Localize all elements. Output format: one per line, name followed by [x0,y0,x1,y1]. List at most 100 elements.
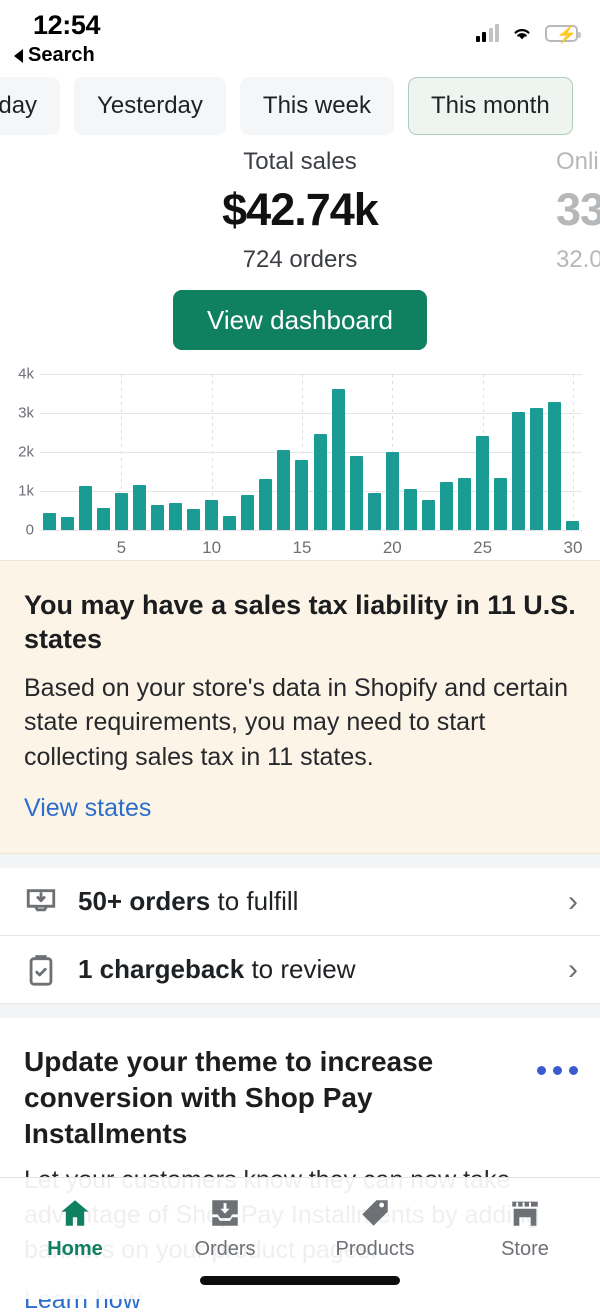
view-dashboard-button[interactable]: View dashboard [173,290,427,350]
cellular-signal-icon [475,24,499,42]
tab-store[interactable]: Store [450,1192,600,1261]
sales-bar-chart: 0 1k 2k 3k 4k 5 10 15 20 25 30 [0,366,600,560]
chart-x-tick-label: 30 [563,538,583,557]
tab-label: Home [47,1238,103,1260]
chart-bar [60,517,74,530]
chart-y-tick-label: 4k [18,365,34,383]
chart-bar [385,451,399,530]
chart-bar [349,455,363,530]
chart-bar [78,486,92,530]
chart-bar [223,515,237,530]
chart-bar [114,493,128,530]
chart-bar [259,478,273,530]
chart-bar [440,482,453,530]
chart-bar [331,388,345,530]
chart-y-tick-label: 3k [18,404,34,422]
tab-home[interactable]: Home [0,1192,150,1261]
metric-carousel[interactable]: sions 7k itors Total sales $42.74k 724 o… [0,142,600,292]
chart-bar [548,402,562,530]
chart-x-tick-label: 20 [382,538,402,557]
metric-sub: 724 orders [242,246,358,273]
chargeback-row-label: 1 chargeback to review [78,954,568,985]
chart-y-tick-label: 2k [18,443,34,461]
date-range-filter-bar[interactable]: Today Yesterday This week This month [0,70,600,142]
card-title: Update your theme to increase conversion… [24,1046,434,1149]
chart-bar [512,412,526,530]
storefront-icon [450,1192,600,1234]
chart-y-tick-label: 0 [25,521,34,539]
chart-bar [421,499,435,530]
metric-value: $42.74k [222,184,379,235]
chart-x-tick-label: 5 [116,538,127,557]
tab-label: Store [501,1238,549,1260]
back-to-search-button[interactable]: Search [14,44,95,67]
chart-bar [150,505,164,530]
battery-charging-icon: ⚡ [545,25,581,44]
chevron-right-icon[interactable]: › [568,886,578,917]
chart-bar [42,512,56,530]
orders-inbox-icon [150,1192,300,1234]
chart-bar [458,478,472,530]
section-divider [0,1004,600,1018]
metric-label: Total sales [243,148,357,175]
sales-tax-liability-banner: You may have a sales tax liability in 11… [0,560,600,854]
tab-label: Products [335,1238,415,1260]
chart-bar [205,499,219,530]
chart-y-tick-label: 1k [18,482,34,500]
chart-bar [132,484,146,530]
chart-bar [313,433,327,530]
status-bar: 12:54 Search ⚡ [0,0,600,70]
chart-gridline [40,530,582,531]
chart-bar [403,488,417,530]
chip-this-month[interactable]: This month [407,77,573,135]
chart-bar [277,450,291,530]
chart-bar [476,435,490,530]
chargeback-clipboard-icon [24,953,58,987]
more-horizontal-icon[interactable] [537,1066,578,1075]
metric-label: Onlin [556,148,600,175]
chart-x-tick-label: 25 [473,538,493,557]
chart-bar [530,407,544,530]
banner-body: Based on your store's data in Shopify an… [24,673,568,771]
chip-this-week[interactable]: This week [239,77,394,135]
bottom-tab-bar[interactable]: Home Orders Products Store [0,1177,600,1299]
chart-bar [295,460,309,530]
chargeback-to-review-row[interactable]: 1 chargeback to review › [0,936,600,1004]
home-indicator [200,1276,400,1285]
tab-label: Orders [194,1238,256,1260]
metric-card-total-sales[interactable]: Total sales $42.74k 724 orders [0,148,600,274]
view-states-link[interactable]: View states [24,794,151,823]
chevron-right-icon[interactable]: › [568,954,578,985]
chargeback-suffix: to review [244,954,356,984]
back-triangle-icon [14,48,23,63]
orders-count: 50+ orders [78,886,211,916]
chart-bar [494,478,508,530]
chart-bar [241,494,255,530]
chart-x-tick-label: 10 [202,538,222,557]
section-divider [0,854,600,868]
chart-bar [367,492,381,530]
chart-x-tick-label: 15 [292,538,312,557]
metric-sub: 32.0 [556,246,600,273]
chargeback-count: 1 chargeback [78,954,245,984]
chart-bars [40,374,582,530]
chart-bar [187,509,201,530]
chip-yesterday[interactable]: Yesterday [74,77,226,135]
orders-to-fulfill-row[interactable]: 50+ orders to fulfill › [0,868,600,936]
back-label: Search [28,44,95,66]
orders-inbox-icon [24,885,58,919]
tab-products[interactable]: Products [300,1192,450,1261]
orders-suffix: to fulfill [210,886,299,916]
chart-bar [566,521,580,530]
tab-orders[interactable]: Orders [150,1192,300,1261]
tag-icon [300,1192,450,1234]
status-bar-indicators: ⚡ [475,24,581,44]
chart-bar [96,508,110,530]
metric-card-online-store[interactable]: Onlin 33 32.0 [556,148,600,274]
metric-value: 33 [556,184,600,235]
status-bar-time: 12:54 [33,10,101,40]
chart-bar [169,503,182,530]
chip-today[interactable]: Today [0,77,61,135]
orders-row-label: 50+ orders to fulfill [78,886,568,917]
wifi-icon [514,29,530,40]
